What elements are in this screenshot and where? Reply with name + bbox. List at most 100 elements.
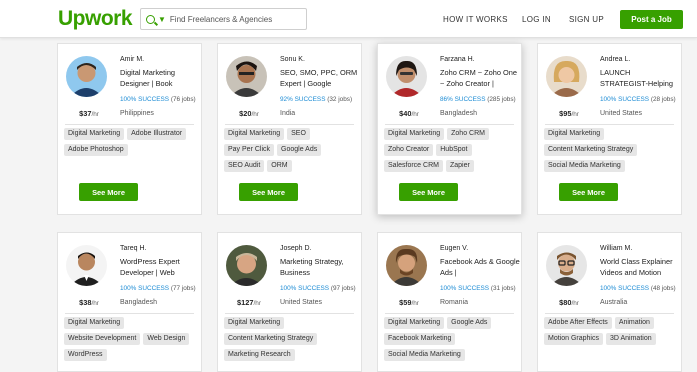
jobs-count: (76 jobs) bbox=[170, 96, 196, 103]
skill-tag[interactable]: Website Development bbox=[64, 333, 141, 345]
skill-tag[interactable]: HubSpot bbox=[436, 144, 472, 156]
skill-tag[interactable]: Google Ads bbox=[277, 144, 322, 156]
rate-value: $37 bbox=[79, 109, 92, 118]
see-more-button[interactable]: See More bbox=[399, 183, 458, 201]
freelancer-card[interactable]: Amir M. Digital Marketing Designer | Boo… bbox=[57, 43, 202, 215]
success-percent: 100% SUCCESS bbox=[120, 96, 170, 103]
skill-tag[interactable]: Digital Marketing bbox=[384, 317, 445, 329]
skill-tag[interactable]: WordPress bbox=[64, 349, 107, 361]
hourly-rate: $20/hr bbox=[218, 109, 280, 118]
skill-tag[interactable]: Digital Marketing bbox=[224, 317, 285, 329]
skill-tag[interactable]: Digital Marketing bbox=[544, 128, 605, 140]
freelancer-card[interactable]: Eugen V. Facebook Ads & Google Ads | 100… bbox=[377, 232, 522, 372]
skill-tag[interactable]: SEO bbox=[287, 128, 310, 140]
skill-tag[interactable]: Web Design bbox=[143, 333, 190, 345]
skill-tag[interactable]: Social Media Marketing bbox=[384, 349, 465, 361]
freelancer-name[interactable]: Tareq H. bbox=[120, 245, 146, 252]
avatar[interactable] bbox=[66, 245, 107, 286]
success-percent: 100% SUCCESS bbox=[120, 285, 170, 292]
post-job-button[interactable]: Post a Job bbox=[620, 10, 683, 29]
avatar[interactable] bbox=[546, 56, 587, 97]
rate-value: $20 bbox=[239, 109, 252, 118]
skill-tag[interactable]: Zapier bbox=[445, 160, 474, 172]
skill-tag[interactable]: Salesforce CRM bbox=[384, 160, 443, 172]
freelancer-title: Facebook Ads & Google Ads | bbox=[440, 257, 520, 277]
avatar[interactable] bbox=[226, 56, 267, 97]
freelancer-name[interactable]: William M. bbox=[600, 245, 632, 252]
rate-unit: /hr bbox=[253, 300, 261, 307]
avatar[interactable] bbox=[386, 245, 427, 286]
freelancer-name[interactable]: Joseph D. bbox=[280, 245, 312, 252]
skill-tag[interactable]: Social Media Marketing bbox=[544, 160, 625, 172]
skill-tag[interactable]: Adobe After Effects bbox=[544, 317, 612, 329]
jobs-count: (285 jobs) bbox=[487, 96, 516, 103]
skill-tag[interactable]: Marketing Research bbox=[224, 349, 295, 361]
skill-tag[interactable]: Digital Marketing bbox=[64, 128, 125, 140]
jobs-count: (97 jobs) bbox=[330, 285, 356, 292]
skill-list: Adobe After Effects Animation Motion Gra… bbox=[544, 317, 679, 349]
freelancer-name[interactable]: Eugen V. bbox=[440, 245, 468, 252]
skill-list: Digital Marketing Content Marketing Stra… bbox=[544, 128, 679, 176]
search-icon[interactable] bbox=[146, 14, 155, 24]
freelancer-name[interactable]: Farzana H. bbox=[440, 56, 475, 63]
skill-tag[interactable]: Adobe Illustrator bbox=[127, 128, 187, 140]
skill-tag[interactable]: Motion Graphics bbox=[544, 333, 603, 345]
freelancer-card[interactable]: Joseph D. Marketing Strategy, Business 1… bbox=[217, 232, 362, 372]
avatar[interactable] bbox=[386, 56, 427, 97]
skill-tag[interactable]: Digital Marketing bbox=[384, 128, 445, 140]
nav-sign-up[interactable]: SIGN UP bbox=[569, 15, 604, 24]
skill-tag[interactable]: Digital Marketing bbox=[64, 317, 125, 329]
rate-unit: /hr bbox=[91, 111, 99, 118]
skill-tag[interactable]: SEO Audit bbox=[224, 160, 265, 172]
see-more-button[interactable]: See More bbox=[239, 183, 298, 201]
skill-tag[interactable]: ORM bbox=[267, 160, 292, 172]
success-rate: 86% SUCCESS (285 jobs) bbox=[440, 96, 516, 103]
rate-value: $95 bbox=[559, 109, 572, 118]
skill-tag[interactable]: Adobe Photoshop bbox=[64, 144, 128, 156]
freelancer-card[interactable]: Sonu K. SEO, SMO, PPC, ORM Expert | Goog… bbox=[217, 43, 362, 215]
rate-value: $40 bbox=[399, 109, 412, 118]
skill-tag[interactable]: Content Marketing Strategy bbox=[544, 144, 638, 156]
skill-tag[interactable]: Facebook Marketing bbox=[384, 333, 456, 345]
success-rate: 100% SUCCESS (48 jobs) bbox=[600, 285, 676, 292]
freelancer-title: WordPress Expert Developer | Web bbox=[120, 257, 180, 277]
skill-tag[interactable]: Zoho Creator bbox=[384, 144, 434, 156]
success-percent: 100% SUCCESS bbox=[600, 96, 650, 103]
rate-value: $38 bbox=[79, 298, 92, 307]
freelancer-name[interactable]: Andrea L. bbox=[600, 56, 630, 63]
skill-tag[interactable]: Pay Per Click bbox=[224, 144, 275, 156]
avatar[interactable] bbox=[226, 245, 267, 286]
freelancer-card[interactable]: Andrea L. LAUNCH STRATEGIST-Helping 100%… bbox=[537, 43, 682, 215]
nav-how-it-works[interactable]: HOW IT WORKS bbox=[443, 15, 508, 24]
skill-tag[interactable]: Content Marketing Strategy bbox=[224, 333, 318, 345]
hourly-rate: $59/hr bbox=[378, 298, 440, 307]
skill-tag[interactable]: Animation bbox=[614, 317, 654, 329]
divider bbox=[385, 124, 514, 125]
search-input[interactable] bbox=[169, 14, 300, 24]
see-more-button[interactable]: See More bbox=[559, 183, 618, 201]
upwork-logo[interactable]: Upwork bbox=[58, 7, 133, 31]
success-percent: 92% SUCCESS bbox=[280, 96, 326, 103]
divider bbox=[225, 313, 354, 314]
skill-tag[interactable]: Google Ads bbox=[447, 317, 492, 329]
freelancer-name[interactable]: Amir M. bbox=[120, 56, 144, 63]
hourly-rate: $80/hr bbox=[538, 298, 600, 307]
nav-log-in[interactable]: LOG IN bbox=[522, 15, 551, 24]
country: Australia bbox=[600, 299, 628, 306]
freelancer-name[interactable]: Sonu K. bbox=[280, 56, 305, 63]
freelancer-title: Digital Marketing Designer | Book bbox=[120, 68, 176, 88]
top-header: Upwork ▼ HOW IT WORKS LOG IN SIGN UP Pos… bbox=[0, 0, 697, 38]
see-more-button[interactable]: See More bbox=[79, 183, 138, 201]
skill-tag[interactable]: 3D Animation bbox=[605, 333, 656, 345]
chevron-down-icon[interactable]: ▼ bbox=[158, 15, 166, 24]
freelancer-card[interactable]: Farzana H. Zoho CRM ~ Zoho One ~ Zoho Cr… bbox=[377, 43, 522, 215]
divider bbox=[65, 124, 194, 125]
avatar[interactable] bbox=[546, 245, 587, 286]
freelancer-card[interactable]: William M. World Class Explainer Videos … bbox=[537, 232, 682, 372]
avatar[interactable] bbox=[66, 56, 107, 97]
success-percent: 100% SUCCESS bbox=[280, 285, 330, 292]
freelancer-card[interactable]: Tareq H. WordPress Expert Developer | We… bbox=[57, 232, 202, 372]
skill-tag[interactable]: Zoho CRM bbox=[447, 128, 489, 140]
skill-tag[interactable]: Digital Marketing bbox=[224, 128, 285, 140]
search-box[interactable]: ▼ bbox=[140, 8, 307, 30]
